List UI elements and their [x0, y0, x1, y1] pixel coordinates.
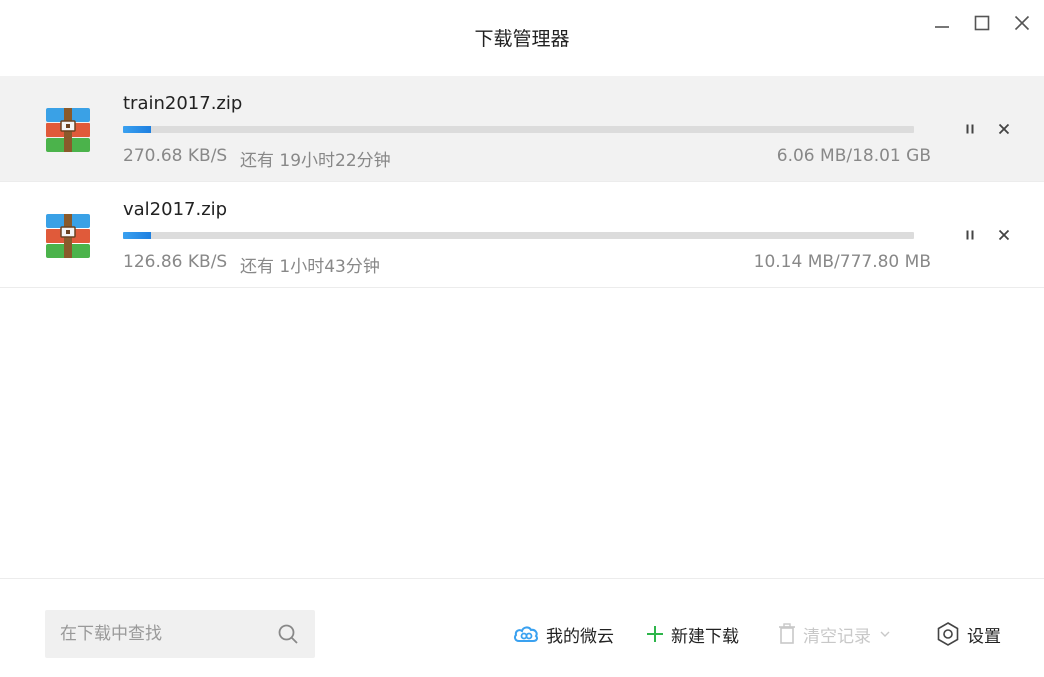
new-download-label: 新建下载 — [671, 626, 739, 647]
settings-button[interactable]: 设置 — [935, 619, 1001, 649]
footer-bar: 我的微云 新建下载 清空记录 设置 — [0, 578, 1044, 677]
close-icon — [998, 229, 1010, 241]
my-weiyun-label: 我的微云 — [546, 626, 614, 647]
plus-icon — [647, 626, 663, 642]
search-box — [45, 610, 315, 658]
download-speed: 126.86 KB/S — [123, 252, 228, 272]
search-button[interactable] — [276, 622, 300, 646]
remove-button[interactable] — [993, 119, 1015, 139]
remove-button[interactable] — [993, 225, 1015, 245]
progress-bar — [123, 126, 914, 133]
search-icon — [278, 624, 298, 644]
pause-icon — [966, 230, 974, 240]
file-name: val2017.zip — [123, 199, 228, 220]
download-list: train2017.zip 270.68 KB/S 还有 19小时22分钟 6.… — [0, 76, 1044, 288]
maximize-icon — [974, 15, 990, 31]
archive-icon — [46, 108, 90, 152]
close-icon — [998, 123, 1010, 135]
progress-bar — [123, 232, 914, 239]
pause-icon — [966, 124, 974, 134]
search-input[interactable] — [45, 610, 270, 658]
file-name: train2017.zip — [123, 93, 243, 114]
download-row[interactable]: train2017.zip 270.68 KB/S 还有 19小时22分钟 6.… — [0, 76, 1044, 182]
window-title: 下载管理器 — [474, 28, 570, 50]
my-weiyun-button[interactable]: 我的微云 — [512, 619, 614, 649]
cloud-icon — [514, 626, 538, 642]
progress-fill — [123, 126, 152, 133]
chevron-down-icon — [880, 631, 890, 637]
minimize-icon — [935, 26, 949, 28]
clear-records-button[interactable]: 清空记录 — [777, 619, 891, 649]
pause-button[interactable] — [959, 225, 981, 245]
download-speed: 270.68 KB/S — [123, 146, 228, 166]
archive-icon — [46, 214, 90, 258]
time-remaining: 还有 1小时43分钟 — [240, 257, 380, 277]
progress-fill — [123, 232, 152, 239]
time-remaining: 还有 19小时22分钟 — [240, 151, 391, 171]
maximize-button[interactable] — [970, 11, 994, 35]
new-download-button[interactable]: 新建下载 — [645, 619, 739, 649]
trash-icon — [779, 623, 795, 644]
gear-icon — [937, 622, 959, 646]
minimize-button[interactable] — [930, 11, 954, 35]
title-bar: 下载管理器 — [0, 0, 1044, 76]
settings-label: 设置 — [967, 626, 1001, 647]
pause-button[interactable] — [959, 119, 981, 139]
clear-records-label: 清空记录 — [803, 626, 871, 647]
download-row[interactable]: val2017.zip 126.86 KB/S 还有 1小时43分钟 10.14… — [0, 182, 1044, 288]
download-size: 10.14 MB/777.80 MB — [753, 252, 931, 272]
close-window-button[interactable] — [1010, 11, 1034, 35]
close-icon — [1014, 15, 1030, 31]
download-size: 6.06 MB/18.01 GB — [776, 146, 931, 166]
